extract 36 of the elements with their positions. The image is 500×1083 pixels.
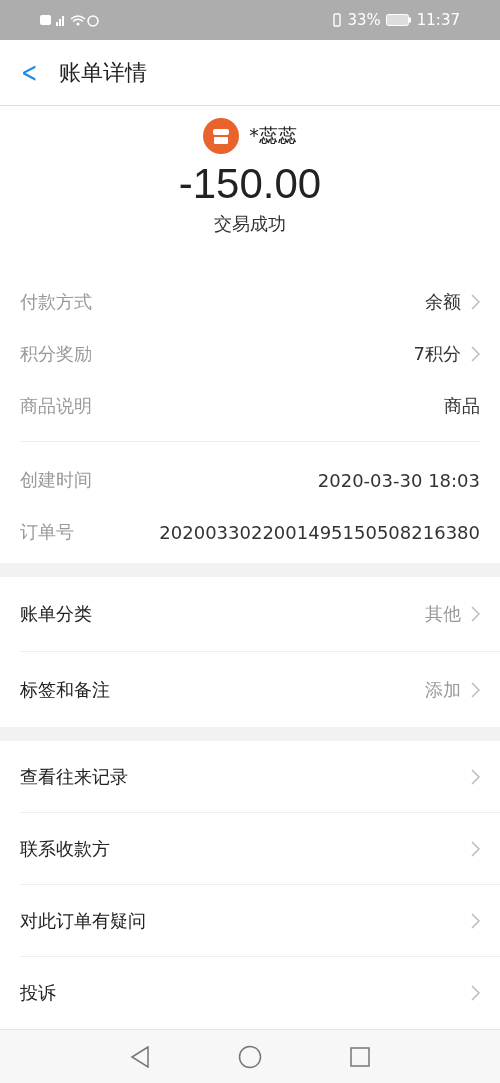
list-item[interactable]: 对此订单有疑问: [20, 885, 500, 957]
merchant-name: *蕊蕊: [249, 123, 297, 148]
list-item[interactable]: 查看往来记录: [20, 741, 500, 813]
chevron-icon: [471, 985, 480, 1001]
detail-value: 2020-03-30 18:03: [317, 469, 480, 491]
chevron-icon: [471, 606, 480, 622]
chevron-icon: [471, 681, 480, 698]
signal-icon: [40, 12, 100, 28]
amount: -150.00: [178, 160, 322, 208]
recents-nav-icon[interactable]: [350, 1046, 370, 1067]
chevron-icon: [471, 912, 480, 929]
detail-label: 创建时间: [20, 468, 93, 492]
detail-label: 商品说明: [20, 394, 93, 418]
detail-value: 商品: [444, 394, 480, 418]
detail-value: 7积分: [413, 342, 461, 366]
vibrate-icon: [332, 13, 343, 27]
list-item[interactable]: 投诉: [20, 957, 500, 1029]
clock: 11:37: [416, 11, 460, 29]
back-button[interactable]: <: [8, 56, 48, 89]
chevron-icon: [471, 768, 480, 785]
detail-label: 积分奖励: [20, 342, 93, 366]
list-item[interactable]: 联系收款方: [20, 813, 500, 885]
shop-icon: [203, 118, 240, 154]
transaction-status: 交易成功: [214, 212, 286, 236]
detail-value: 2020033022001495150508216380: [159, 521, 480, 543]
detail-value: 余额: [425, 290, 461, 314]
detail-label: 订单号: [20, 520, 75, 544]
home-nav-icon[interactable]: [238, 1044, 262, 1069]
list-item[interactable]: 标签和备注 添加: [20, 652, 500, 727]
chevron-icon: [471, 840, 480, 857]
battery-percent: 33%: [347, 11, 381, 29]
list-item[interactable]: 账单分类 其他: [20, 577, 500, 652]
battery-icon: [385, 14, 412, 26]
back-nav-icon[interactable]: [130, 1045, 150, 1068]
detail-label: 付款方式: [20, 290, 93, 314]
page-title: 账单详情: [59, 58, 148, 87]
